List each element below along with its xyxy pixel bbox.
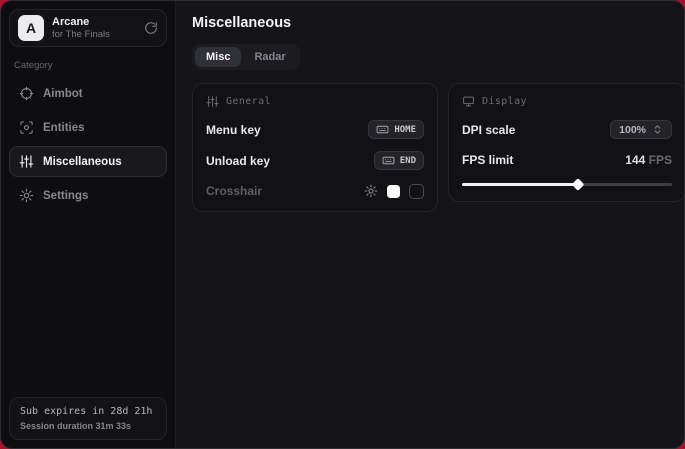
sidebar-item-entities[interactable]: Entities [9,112,167,143]
crosshair-settings-gear-icon[interactable] [364,184,378,198]
keyboard-icon [382,154,395,167]
sidebar-item-label: Entities [43,122,85,134]
menu-key-value: HOME [394,125,416,135]
sidebar: A Arcane for The Finals Category Aimbot [1,1,176,448]
dpi-scale-label: DPI scale [462,123,515,137]
unload-key-row: Unload key END [206,151,424,170]
brand-name: Arcane [52,16,110,28]
session-duration-text: Session duration 31m 33s [20,421,156,431]
gear-icon [19,188,34,203]
menu-key-row: Menu key HOME [206,120,424,139]
general-card-header: General [206,95,424,108]
fps-number: 144 [625,153,645,167]
crosshair-label: Crosshair [206,184,262,198]
card-row: General Menu key HOME [192,83,685,212]
crosshair-color-swatch[interactable] [387,185,400,198]
crosshair-controls [364,184,424,199]
dpi-scale-value: 100% [619,124,646,136]
crosshair-checkbox[interactable] [409,184,424,199]
unload-key-value: END [400,156,416,166]
chevrons-up-down-icon [652,124,663,135]
keyboard-icon [376,123,389,136]
page-title: Miscellaneous [192,15,685,31]
fps-limit-row: FPS limit 144 FPS [462,151,672,169]
display-card: Display DPI scale 100% FPS limit [448,83,685,202]
general-card: General Menu key HOME [192,83,438,212]
sidebar-item-aimbot[interactable]: Aimbot [9,78,167,109]
category-label: Category [14,60,162,71]
sidebar-item-miscellaneous[interactable]: Miscellaneous [9,146,167,177]
fps-slider-thumb[interactable] [571,178,584,191]
dpi-scale-select[interactable]: 100% [610,120,672,139]
fps-limit-slider[interactable] [462,179,672,190]
display-card-header: Display [462,95,672,108]
sidebar-item-label: Settings [43,190,88,202]
avatar: A [18,15,44,41]
main-content: Miscellaneous Misc Radar General [176,1,685,448]
scan-icon [19,120,34,135]
sidebar-item-settings[interactable]: Settings [9,180,167,211]
unload-key-label: Unload key [206,154,270,168]
fps-slider-fill [462,183,578,186]
tab-bar: Misc Radar [192,44,300,70]
sliders-icon [206,95,219,108]
display-card-title: Display [482,96,527,107]
sliders-icon [19,154,34,169]
brand-subtitle: for The Finals [52,29,110,40]
crosshair-row: Crosshair [206,182,424,200]
brand-text: Arcane for The Finals [52,16,110,40]
crosshair-icon [19,86,34,101]
app-window: A Arcane for The Finals Category Aimbot [0,0,685,449]
unload-key-binding[interactable]: END [374,151,424,170]
brand-card: A Arcane for The Finals [9,9,167,47]
fps-limit-label: FPS limit [462,153,513,167]
sub-expiry-text: Sub expires in 28d 21h [20,406,156,417]
fps-limit-value: 144 FPS [625,153,672,167]
tab-radar[interactable]: Radar [243,47,296,67]
tab-misc[interactable]: Misc [195,47,241,67]
menu-key-label: Menu key [206,123,261,137]
subscription-status-card: Sub expires in 28d 21h Session duration … [9,397,167,440]
refresh-icon[interactable] [144,21,158,35]
fps-unit: FPS [649,153,672,167]
menu-key-binding[interactable]: HOME [368,120,424,139]
monitor-icon [462,95,475,108]
dpi-scale-row: DPI scale 100% [462,120,672,139]
sidebar-item-label: Miscellaneous [43,156,122,168]
sidebar-item-label: Aimbot [43,88,83,100]
general-card-title: General [226,96,271,107]
